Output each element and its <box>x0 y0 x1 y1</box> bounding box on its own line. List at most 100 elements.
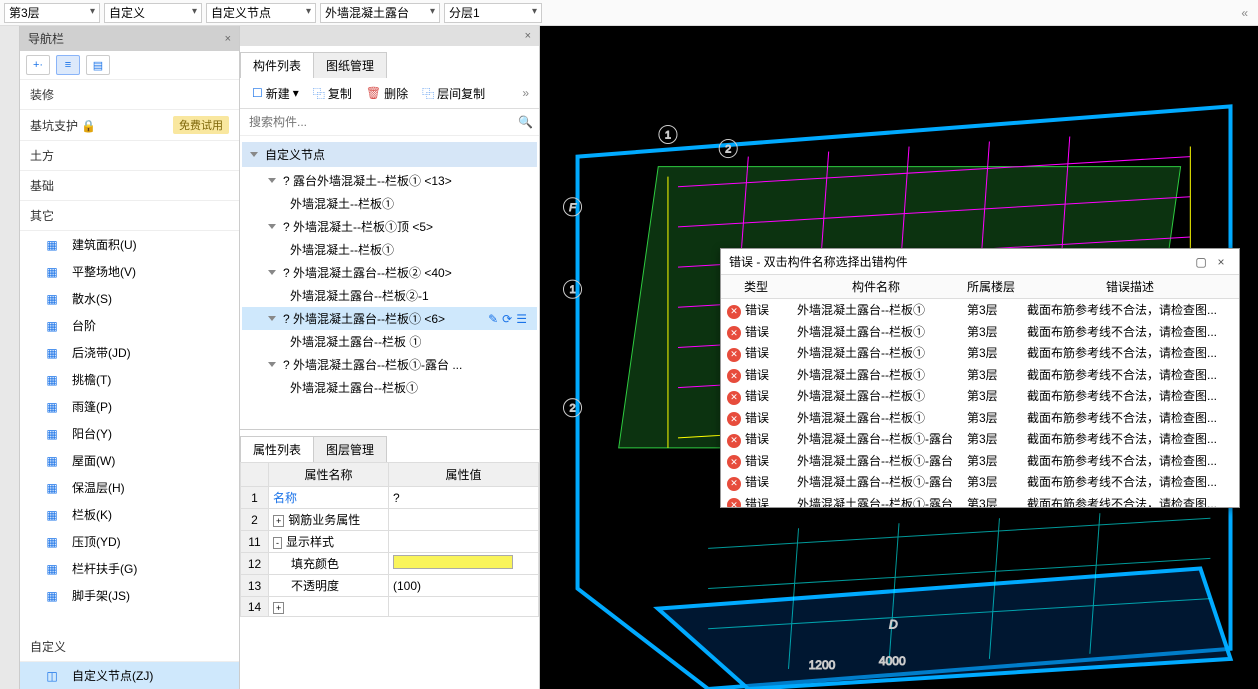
roof-icon: ▦ <box>42 453 62 469</box>
nav-category[interactable]: 基坑支护 🔒免费试用 <box>20 110 239 141</box>
component-select[interactable]: 外墙混凝土露台 <box>320 3 440 23</box>
layer-copy-button[interactable]: ⿻层间复制 <box>416 83 491 104</box>
action-icon[interactable]: ⟳ <box>502 312 512 326</box>
error-titlebar[interactable]: 错误 - 双击构件名称选择出错构件 ▢ × <box>721 249 1239 275</box>
nav-item[interactable]: ▦雨篷(P) <box>20 393 239 420</box>
error-table: 类型 构件名称 所属楼层 错误描述 ✕错误外墙混凝土露台--栏板①第3层截面布筋… <box>721 275 1239 507</box>
toolbar-more-icon[interactable]: » <box>518 82 533 104</box>
eave-icon: ▦ <box>42 372 62 388</box>
tab-prop-list[interactable]: 属性列表 <box>240 436 314 462</box>
nav-item[interactable]: ▦屋面(W) <box>20 447 239 474</box>
new-button[interactable]: ☐新建▾ <box>246 83 305 104</box>
color-swatch[interactable] <box>393 555 513 569</box>
property-panel: 属性列表 图层管理 属性名称属性值 1名称?2+钢筋业务属性11-显示样式12填… <box>240 429 539 689</box>
error-row[interactable]: ✕错误外墙混凝土露台--栏板①第3层截面布筋参考线不合法，请检查图... <box>721 385 1239 407</box>
prop-row[interactable]: 1名称? <box>241 487 539 509</box>
tree-node[interactable]: ? 外墙混凝土--栏板①顶 <5> <box>242 215 537 238</box>
error-icon: ✕ <box>727 348 741 362</box>
prop-row[interactable]: 13不透明度(100) <box>241 575 539 597</box>
custom-node-item[interactable]: ◫ 自定义节点(ZJ) <box>20 662 239 689</box>
error-row[interactable]: ✕错误外墙混凝土露台--栏板①第3层截面布筋参考线不合法，请检查图... <box>721 407 1239 429</box>
nav-item[interactable]: ▦压顶(YD) <box>20 528 239 555</box>
search-input[interactable] <box>246 112 518 132</box>
error-row[interactable]: ✕错误外墙混凝土露台--栏板①-露台第3层截面布筋参考线不合法，请检查图... <box>721 428 1239 450</box>
floor-select[interactable]: 第3层 <box>4 3 100 23</box>
tree-node[interactable]: 外墙混凝土露台--栏板 ① <box>242 330 537 353</box>
canopy-icon: ▦ <box>42 399 62 415</box>
nav-item[interactable]: ▦栏板(K) <box>20 501 239 528</box>
tree-node[interactable]: 外墙混凝土露台--栏板②-1 <box>242 284 537 307</box>
node-select[interactable]: 自定义节点 <box>206 3 316 23</box>
error-row[interactable]: ✕错误外墙混凝土露台--栏板①-露台第3层截面布筋参考线不合法，请检查图... <box>721 493 1239 508</box>
error-row[interactable]: ✕错误外墙混凝土露台--栏板①第3层截面布筋参考线不合法，请检查图... <box>721 299 1239 321</box>
tree-node[interactable]: ? 外墙混凝土露台--栏板② <40> <box>242 261 537 284</box>
collapse-icon[interactable]: « <box>1235 6 1254 20</box>
scaffold-icon: ▦ <box>42 588 62 604</box>
add-icon[interactable]: +· <box>26 55 50 75</box>
category-select[interactable]: 自定义 <box>104 3 202 23</box>
svg-text:1: 1 <box>569 284 575 296</box>
nav-item[interactable]: ▦栏杆扶手(G) <box>20 555 239 582</box>
nav-item[interactable]: ▦台阶 <box>20 312 239 339</box>
delete-button[interactable]: 🗑删除 <box>360 83 414 104</box>
mid-tabbar: 构件列表 图纸管理 <box>240 46 539 78</box>
nav-item[interactable]: ▦保温层(H) <box>20 474 239 501</box>
nav-item[interactable]: ▦脚手架(JS) <box>20 582 239 609</box>
nav-category[interactable]: 土方 <box>20 141 239 171</box>
search-icon[interactable]: 🔍 <box>518 115 533 129</box>
svg-text:2: 2 <box>569 403 575 415</box>
error-title-text: 错误 - 双击构件名称选择出错构件 <box>729 253 908 270</box>
prop-row[interactable]: 12填充颜色 <box>241 553 539 575</box>
error-row[interactable]: ✕错误外墙混凝土露台--栏板①第3层截面布筋参考线不合法，请检查图... <box>721 364 1239 386</box>
err-col-desc: 错误描述 <box>1021 275 1239 299</box>
prop-row[interactable]: 14+ <box>241 597 539 617</box>
list-view-icon[interactable]: ≡ <box>56 55 80 75</box>
close-icon[interactable]: × <box>525 30 531 42</box>
custom-node-icon: ◫ <box>42 668 62 684</box>
prop-row[interactable]: 11-显示样式 <box>241 531 539 553</box>
tree-node[interactable]: 外墙混凝土--栏板① <box>242 238 537 261</box>
nav-item[interactable]: ▦散水(S) <box>20 285 239 312</box>
scatter-icon: ▦ <box>42 291 62 307</box>
custom-category[interactable]: 自定义 <box>20 632 239 662</box>
nav-title: 导航栏 × <box>20 26 239 51</box>
error-row[interactable]: ✕错误外墙混凝土露台--栏板①第3层截面布筋参考线不合法，请检查图... <box>721 342 1239 364</box>
nav-category[interactable]: 其它 <box>20 201 239 231</box>
insul-icon: ▦ <box>42 480 62 496</box>
tab-drawing-mgmt[interactable]: 图纸管理 <box>313 52 387 78</box>
error-row[interactable]: ✕错误外墙混凝土露台--栏板①-露台第3层截面布筋参考线不合法，请检查图... <box>721 450 1239 472</box>
tab-component-list[interactable]: 构件列表 <box>240 52 314 78</box>
edit-icon[interactable]: ✎ <box>488 312 498 326</box>
tree-node[interactable]: ? 露台外墙混凝土--栏板① <13> <box>242 169 537 192</box>
action-icon[interactable]: ☰ <box>516 312 527 326</box>
layer-select[interactable]: 分层1 <box>444 3 542 23</box>
error-icon: ✕ <box>727 477 741 491</box>
svg-text:2: 2 <box>725 144 731 156</box>
nav-item[interactable]: ▦建筑面积(U) <box>20 231 239 258</box>
error-row[interactable]: ✕错误外墙混凝土露台--栏板①-露台第3层截面布筋参考线不合法，请检查图... <box>721 471 1239 493</box>
nav-item[interactable]: ▦挑檐(T) <box>20 366 239 393</box>
close-icon[interactable]: × <box>225 33 231 45</box>
error-row[interactable]: ✕错误外墙混凝土露台--栏板①第3层截面布筋参考线不合法，请检查图... <box>721 321 1239 343</box>
tab-layer-mgmt[interactable]: 图层管理 <box>313 436 387 462</box>
nav-item[interactable]: ▦阳台(Y) <box>20 420 239 447</box>
nav-item[interactable]: ▦平整场地(V) <box>20 258 239 285</box>
copy-button[interactable]: ⿻复制 <box>307 83 358 104</box>
nav-item[interactable]: ▦后浇带(JD) <box>20 339 239 366</box>
mid-toolbar: ☐新建▾ ⿻复制 🗑删除 ⿻层间复制 » <box>240 78 539 109</box>
close-icon[interactable]: × <box>1211 255 1231 269</box>
error-icon: ✕ <box>727 498 741 507</box>
tree-root[interactable]: 自定义节点 <box>242 142 537 167</box>
err-col-type: 类型 <box>721 275 791 299</box>
detail-view-icon[interactable]: ▤ <box>86 55 110 75</box>
tree-node[interactable]: ? 外墙混凝土露台--栏板① <6>✎⟳☰ <box>242 307 537 330</box>
nav-category[interactable]: 基础 <box>20 171 239 201</box>
tree-node[interactable]: 外墙混凝土--栏板① <box>242 192 537 215</box>
error-dialog[interactable]: 错误 - 双击构件名称选择出错构件 ▢ × 类型 构件名称 所属楼层 错误描述 … <box>720 248 1240 508</box>
maximize-icon[interactable]: ▢ <box>1191 255 1211 269</box>
nav-category[interactable]: 装修 <box>20 80 239 110</box>
tree-node[interactable]: 外墙混凝土露台--栏板① <box>242 376 537 399</box>
error-icon: ✕ <box>727 369 741 383</box>
tree-node[interactable]: ? 外墙混凝土露台--栏板①-露台 ... <box>242 353 537 376</box>
prop-row[interactable]: 2+钢筋业务属性 <box>241 509 539 531</box>
